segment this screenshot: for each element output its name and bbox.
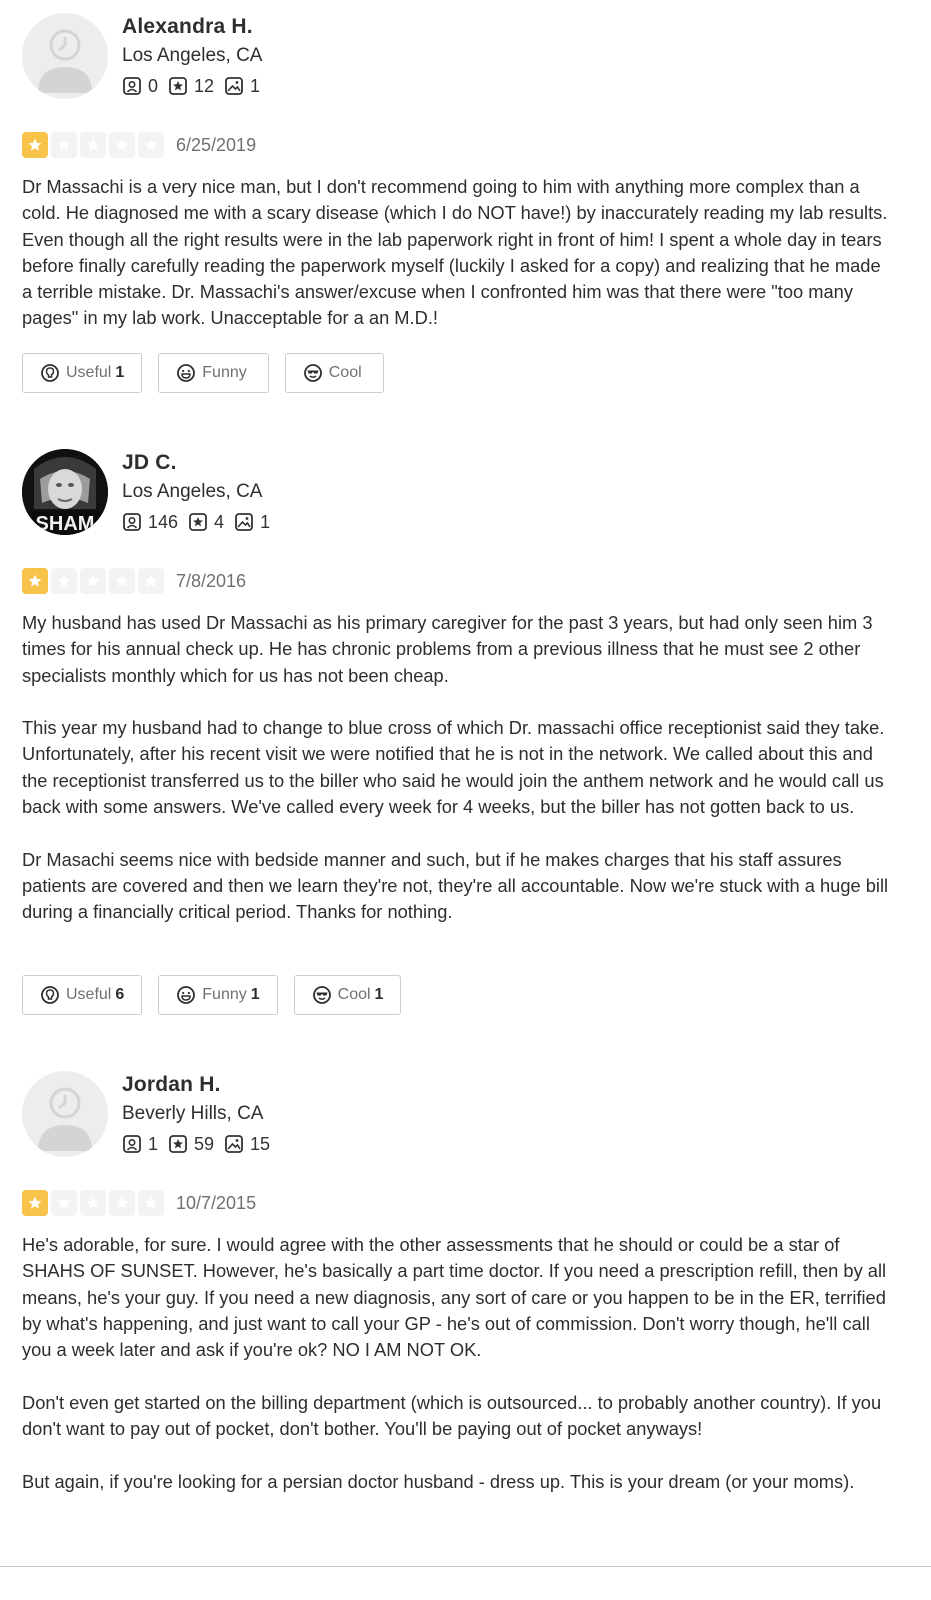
review-paragraph: Dr Masachi seems nice with bedside manne… [22,848,889,923]
useful-count: 6 [115,986,125,1003]
star-icon-empty [109,568,135,594]
star-icon-empty [80,568,106,594]
star-icon-filled [22,568,48,594]
funny-face-icon [177,364,196,382]
review-paragraph: Don't even get started on the billing de… [22,1391,882,1440]
star-icon-empty [138,1190,164,1216]
star-icon-empty [51,1190,77,1216]
user-location: Beverly Hills, CA [122,1103,264,1124]
funny-button[interactable]: Funny 1 [158,975,278,1015]
review-paragraph: Dr Massachi is a very nice man, but I do… [22,176,888,329]
user-passport: Alexandra H. Los Angeles, CA 0 12 1 [22,13,892,103]
sunglasses-face-icon [303,364,322,382]
star-rating: 6/25/2019 [22,131,256,159]
useful-button[interactable]: Useful 1 [22,353,143,393]
review-paragraph: My husband has used Dr Massachi as his p… [22,612,873,686]
review-paragraph: This year my husband had to change to bl… [22,717,885,818]
review-text: Dr Massachi is a very nice man, but I do… [22,174,892,332]
photo-count-icon [235,513,253,531]
cool-label: Cool [337,986,371,1003]
user-stats: 146 4 1 [122,507,280,537]
review-count: 12 [194,75,215,96]
review-card: Jordan H. Beverly Hills, CA 1 59 15 10/7… [22,1071,892,1492]
avatar-caption: SHAM [36,513,95,535]
divider [0,1566,931,1567]
funny-button[interactable]: Funny [158,353,269,393]
funny-label: Funny [202,986,247,1003]
user-name-link[interactable]: Jordan H. [122,1071,280,1099]
cool-button[interactable]: Cool 1 [293,975,402,1015]
photo-count: 1 [260,511,271,532]
funny-face-icon [177,986,196,1004]
star-rating: 7/8/2016 [22,567,246,595]
lightbulb-icon [41,364,59,382]
user-passport: SHAM JD C. Los Angeles, CA 146 4 1 [22,449,892,539]
review-card: SHAM JD C. Los Angeles, CA 146 4 1 7/8/2… [22,449,892,1015]
user-photo: SHAM [22,449,108,535]
user-location: Los Angeles, CA [122,45,263,66]
review-date: 6/25/2019 [176,134,257,155]
review-paragraph: But again, if you're looking for a persi… [22,1470,855,1492]
star-icon-empty [138,568,164,594]
user-stats: 1 59 15 [122,1129,280,1159]
friends-icon [123,513,141,531]
funny-label: Funny [202,364,247,381]
review-text: My husband has used Dr Massachi as his p… [22,610,892,926]
friends-count: 1 [148,1133,159,1154]
photo-count-icon [225,1135,243,1153]
star-icon-empty [51,132,77,158]
photo-count: 1 [250,75,261,96]
review-count: 4 [214,511,225,532]
photo-count: 15 [250,1133,271,1154]
sunglasses-face-icon [312,986,331,1004]
useful-label: Useful [66,986,112,1003]
friends-count: 0 [148,75,159,96]
star-icon-filled [22,132,48,158]
useful-count: 1 [115,364,125,381]
user-name-link[interactable]: JD C. [122,449,280,477]
star-rating: 10/7/2015 [22,1189,256,1217]
reaction-buttons: Useful 1 Funny Cool [22,353,400,393]
star-icon-empty [138,132,164,158]
star-icon-empty [109,132,135,158]
star-icon-empty [80,132,106,158]
review-count-icon [169,1135,187,1153]
photo-count-icon [225,77,243,95]
avatar[interactable] [22,1071,108,1157]
friends-icon [123,77,141,95]
review-date: 10/7/2015 [176,1192,257,1213]
friends-icon [123,1135,141,1153]
star-icon-filled [22,1190,48,1216]
review-count-icon [189,513,207,531]
funny-count: 1 [250,986,260,1003]
user-name-link[interactable]: Alexandra H. [122,13,270,41]
star-icon-empty [51,568,77,594]
lightbulb-icon [41,986,59,1004]
friends-count: 146 [148,511,179,532]
review-date: 7/8/2016 [176,570,247,591]
useful-label: Useful [66,364,112,381]
cool-count: 1 [374,986,384,1003]
user-stats: 0 12 1 [122,71,270,101]
review-paragraph: He's adorable, for sure. I would agree w… [22,1234,887,1361]
star-icon-empty [109,1190,135,1216]
cool-label: Cool [328,364,362,381]
review-text: He's adorable, for sure. I would agree w… [22,1232,892,1495]
cool-button[interactable]: Cool [284,353,384,393]
user-passport: Jordan H. Beverly Hills, CA 1 59 15 [22,1071,892,1161]
review-count: 59 [194,1133,215,1154]
reaction-buttons: Useful 6 Funny 1 Cool 1 [22,975,417,1015]
user-location: Los Angeles, CA [122,481,263,502]
review-count-icon [169,77,187,95]
avatar[interactable]: SHAM [22,449,108,535]
avatar[interactable] [22,13,108,99]
review-card: Alexandra H. Los Angeles, CA 0 12 1 6/25… [22,13,892,393]
default-user-icon [38,29,92,93]
default-user-icon [38,1087,92,1151]
star-icon-empty [80,1190,106,1216]
useful-button[interactable]: Useful 6 [22,975,143,1015]
